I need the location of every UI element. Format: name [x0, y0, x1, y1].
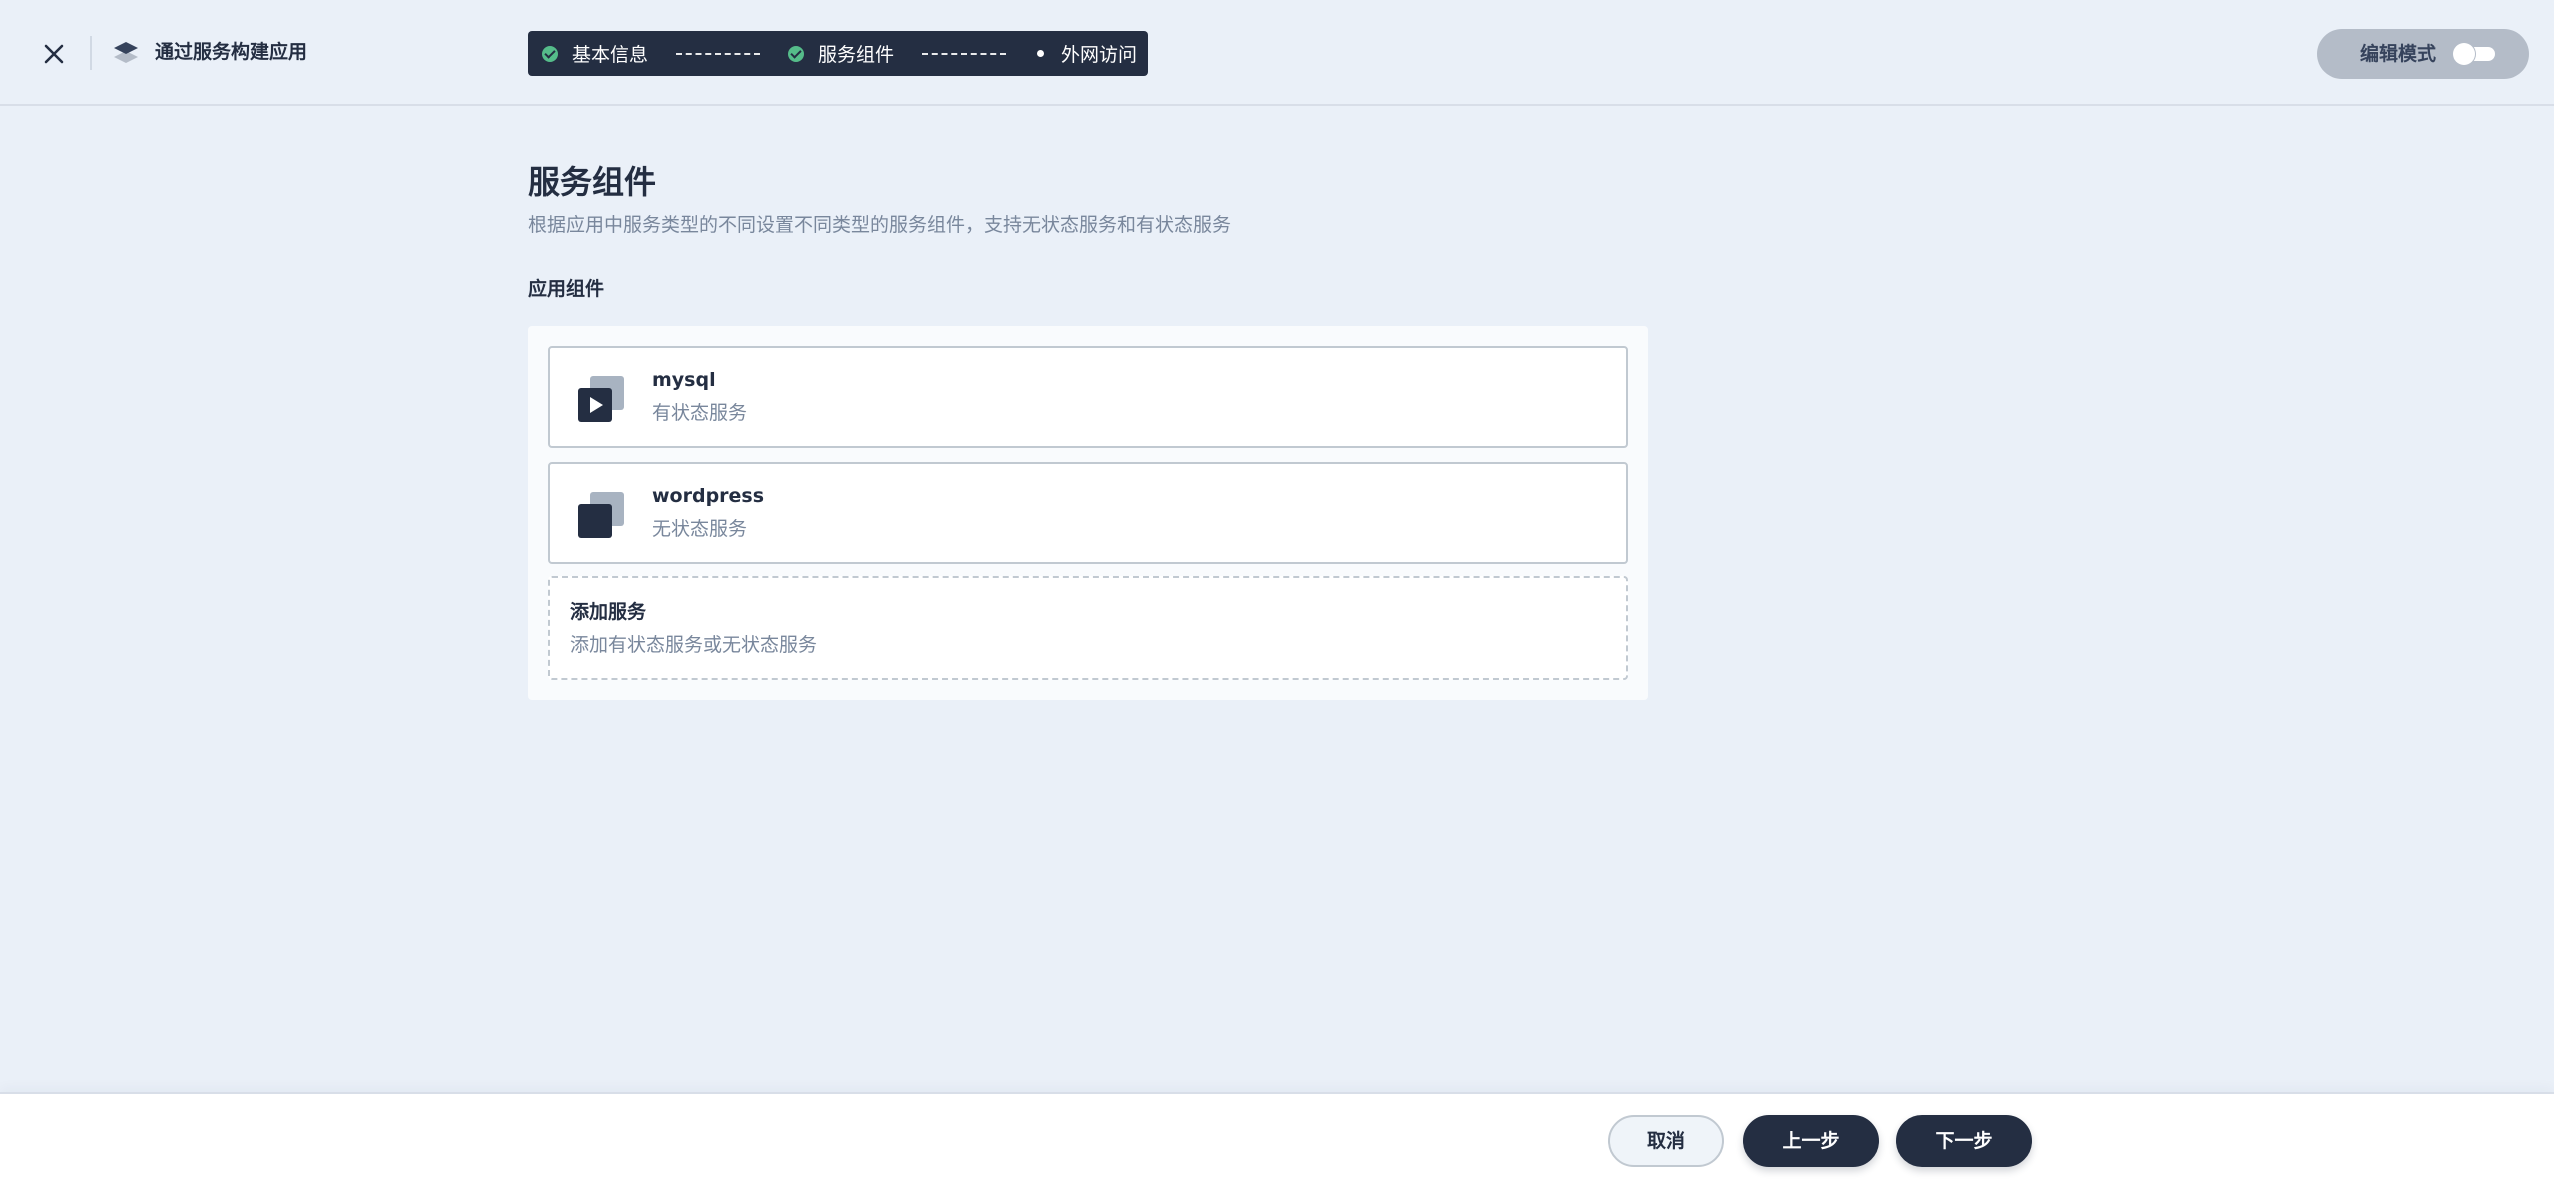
- edit-mode-toggle[interactable]: 编辑模式: [2317, 29, 2529, 79]
- cancel-button[interactable]: 取消: [1608, 1115, 1724, 1167]
- step-label: 基本信息: [572, 44, 649, 66]
- stateful-service-icon: [576, 374, 626, 424]
- layers-icon: [112, 39, 140, 67]
- page-description: 根据应用中服务类型的不同设置不同类型的服务组件，支持无状态服务和有状态服务: [528, 214, 1232, 236]
- header-divider: [90, 36, 92, 70]
- section-title: 应用组件: [528, 278, 605, 300]
- service-card-mysql[interactable]: mysql 有状态服务: [548, 346, 1628, 448]
- page-header-title: 通过服务构建应用: [155, 41, 308, 63]
- service-type: 无状态服务: [652, 518, 748, 540]
- step-connector: [676, 52, 761, 55]
- step-connector: [922, 52, 1007, 55]
- add-service-title: 添加服务: [570, 601, 647, 623]
- step-external-access[interactable]: 外网访问: [1034, 40, 1137, 67]
- footer-bar: 取消 上一步 下一步: [0, 1092, 2554, 1180]
- step-basic-info[interactable]: 基本信息: [542, 40, 648, 67]
- toggle-switch[interactable]: [2453, 43, 2495, 65]
- components-panel: mysql 有状态服务 wordpress 无状态服务 添加服务 添加有状态服务…: [528, 326, 1648, 700]
- add-service-description: 添加有状态服务或无状态服务: [570, 634, 818, 656]
- current-step-dot-icon: [1037, 50, 1045, 57]
- header-bar: 通过服务构建应用 基本信息 服务组件 外网访问 编辑模式: [0, 0, 2554, 106]
- step-service-components[interactable]: 服务组件: [788, 40, 894, 67]
- step-label: 外网访问: [1061, 44, 1138, 66]
- check-circle-icon: [788, 45, 805, 62]
- service-name: mysql: [652, 369, 716, 391]
- edit-mode-label: 编辑模式: [2360, 43, 2437, 65]
- check-circle-icon: [542, 45, 558, 62]
- next-step-button[interactable]: 下一步: [1896, 1115, 2032, 1167]
- previous-step-button[interactable]: 上一步: [1743, 1115, 1879, 1167]
- stateless-service-icon: [576, 490, 626, 540]
- add-service-button[interactable]: 添加服务 添加有状态服务或无状态服务: [548, 576, 1628, 680]
- page-title: 服务组件: [528, 163, 657, 201]
- service-card-wordpress[interactable]: wordpress 无状态服务: [548, 462, 1628, 564]
- service-name: wordpress: [652, 485, 765, 507]
- step-label: 服务组件: [818, 44, 895, 66]
- step-indicator: 基本信息 服务组件 外网访问: [528, 31, 1148, 76]
- toggle-knob: [2453, 43, 2475, 65]
- service-type: 有状态服务: [652, 402, 748, 424]
- close-icon[interactable]: [36, 36, 72, 72]
